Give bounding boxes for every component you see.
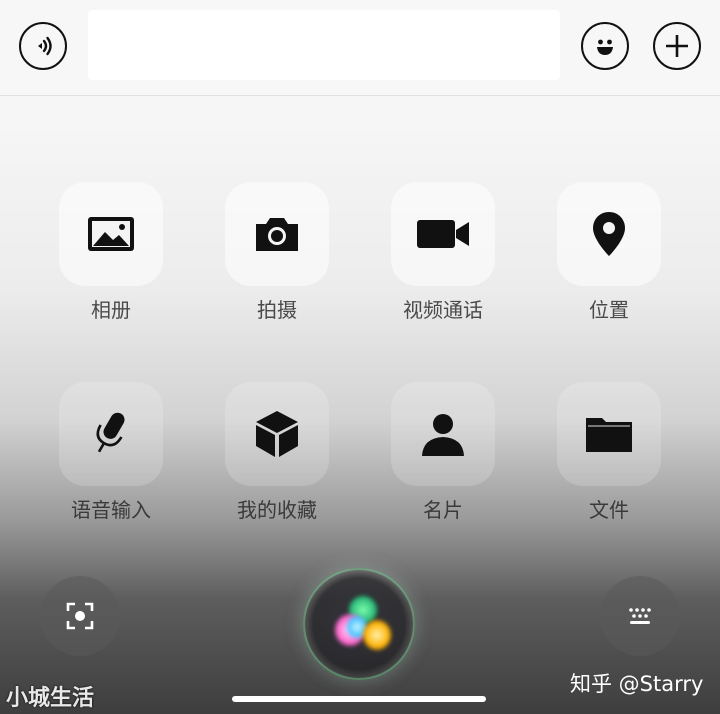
voice-toggle-button[interactable] <box>19 22 67 70</box>
watermark-left: 小城生活 <box>6 686 95 711</box>
keyboard-icon <box>629 608 651 624</box>
voice-waves-icon <box>38 36 52 56</box>
microphone-icon <box>96 412 125 453</box>
location-label: 位置 <box>589 298 629 322</box>
video-call-label: 视频通话 <box>403 298 483 322</box>
camera-icon <box>256 218 298 251</box>
home-indicator[interactable] <box>232 696 486 702</box>
scan-icon <box>66 602 94 630</box>
keyboard-button[interactable] <box>600 576 680 656</box>
voice-input-label: 语音输入 <box>71 498 151 522</box>
file-label: 文件 <box>589 498 629 522</box>
folder-icon <box>586 418 632 452</box>
more-functions-button[interactable] <box>653 22 701 70</box>
video-call-tile[interactable] <box>391 182 495 286</box>
file-tile[interactable] <box>557 382 661 486</box>
scan-button[interactable] <box>40 576 120 656</box>
location-tile[interactable] <box>557 182 661 286</box>
contact-card-label: 名片 <box>423 498 463 522</box>
input-toolbar <box>0 0 720 96</box>
album-tile[interactable] <box>59 182 163 286</box>
camera-tile[interactable] <box>225 182 329 286</box>
video-camera-icon <box>417 220 469 248</box>
camera-label: 拍摄 <box>257 298 297 322</box>
location-pin-icon <box>593 212 625 256</box>
voice-input-tile[interactable] <box>59 382 163 486</box>
orb-yellow-blob <box>363 620 391 650</box>
contact-card-tile[interactable] <box>391 382 495 486</box>
favorites-tile[interactable] <box>225 382 329 486</box>
emoji-button[interactable] <box>581 22 629 70</box>
smiley-icon <box>597 39 613 55</box>
message-input[interactable] <box>88 10 560 80</box>
watermark-right: 知乎 @Starry <box>570 672 704 696</box>
plus-icon <box>666 35 688 57</box>
photo-album-icon <box>88 217 134 251</box>
cube-icon <box>256 411 298 457</box>
person-icon <box>422 414 464 456</box>
album-label: 相册 <box>91 298 131 322</box>
voice-assistant-orb[interactable] <box>303 568 415 680</box>
favorites-label: 我的收藏 <box>237 498 317 522</box>
